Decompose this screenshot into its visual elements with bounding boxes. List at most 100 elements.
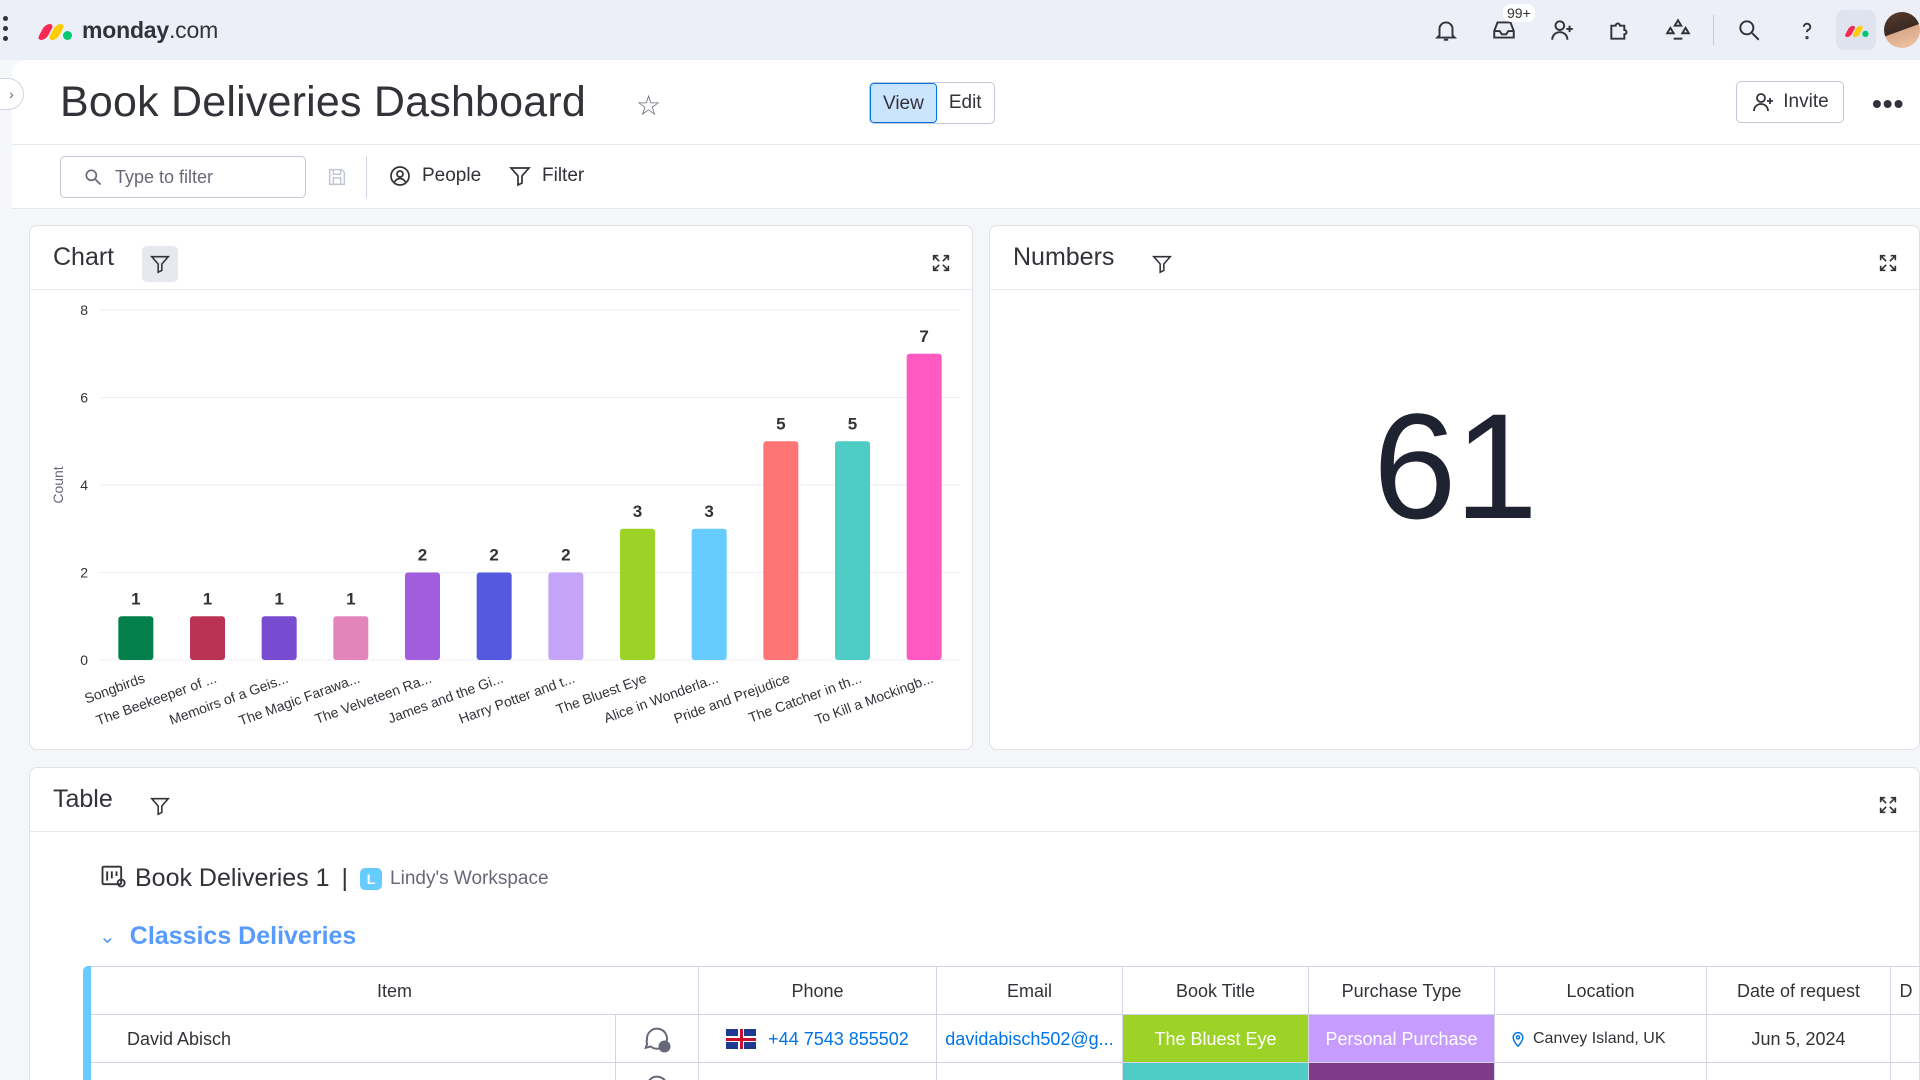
marketplace-icon[interactable]: [1649, 0, 1707, 60]
date-cell[interactable]: Jun 5, 2024: [1707, 1015, 1891, 1063]
search-icon[interactable]: [1720, 0, 1778, 60]
y-tick-label: 8: [80, 302, 88, 318]
column-header-item[interactable]: Item: [91, 967, 699, 1015]
inbox-icon[interactable]: 99+: [1475, 0, 1535, 60]
table-row[interactable]: David Abisch +44 7543 855502 davidabisch…: [91, 1014, 1920, 1063]
numbers-value: 61: [1373, 382, 1538, 550]
x-tick-label: To Kill a Mockingb...: [813, 670, 935, 728]
logo-text: monday.com: [82, 16, 219, 43]
book-title-status[interactable]: The Bluest Eye: [1123, 1015, 1309, 1063]
integrations-puzzle-icon[interactable]: [1591, 0, 1649, 60]
workspace-logo-mark: [1843, 22, 1869, 39]
numbers-widget-header: Numbers: [990, 226, 1919, 290]
people-label: People: [422, 165, 482, 186]
monday-logo[interactable]: monday.com: [36, 16, 218, 44]
column-header-location[interactable]: Location: [1495, 967, 1707, 1015]
location-pin-icon: [1512, 1031, 1524, 1047]
user-avatar[interactable]: [1884, 12, 1920, 48]
filter-button[interactable]: Filter: [508, 164, 584, 188]
group-name[interactable]: Classics Deliveries: [130, 922, 357, 951]
item-name-cell[interactable]: David Abisch: [91, 1015, 616, 1063]
group-header[interactable]: ⌄ Classics Deliveries: [99, 922, 356, 951]
conversation-cell[interactable]: [616, 1015, 699, 1063]
save-view-icon[interactable]: [326, 166, 348, 188]
bar: [261, 616, 297, 660]
column-header-partial[interactable]: D: [1891, 967, 1920, 1015]
notifications-bell-icon[interactable]: [1417, 0, 1475, 60]
date-cell[interactable]: [1707, 1063, 1891, 1080]
workspace-name[interactable]: Lindy's Workspace: [390, 868, 549, 890]
email-cell[interactable]: davidabisch502@g...: [937, 1015, 1123, 1063]
favorite-star-icon[interactable]: ☆: [636, 89, 661, 122]
numbers-filter-icon[interactable]: [1144, 246, 1180, 282]
person-circle-icon: [390, 166, 410, 186]
type-to-filter-input[interactable]: Type to filter: [60, 156, 306, 198]
more-options-icon[interactable]: •••: [1872, 88, 1904, 120]
chart-widget: Chart 0 2 4 6 8 Count 1 Songbirds 1 The Beekeeper…: [29, 225, 973, 750]
column-header-book-title[interactable]: Book Title: [1123, 967, 1309, 1015]
numbers-expand-icon[interactable]: [1877, 252, 1899, 274]
bar: [763, 441, 799, 660]
column-header-email[interactable]: Email: [937, 967, 1123, 1015]
search-placeholder: Type to filter: [115, 166, 214, 187]
edit-mode-button[interactable]: Edit: [937, 83, 994, 123]
invite-label: Invite: [1783, 91, 1829, 112]
phone-cell[interactable]: +44 7543 855502: [699, 1015, 937, 1063]
invite-members-icon[interactable]: [1533, 0, 1591, 60]
x-tick-label: The Beekeeper of ...: [94, 670, 219, 728]
bar: [835, 441, 870, 660]
column-header-purchase-type[interactable]: Purchase Type: [1309, 967, 1495, 1015]
conversation-cell[interactable]: [616, 1063, 699, 1080]
search-icon: [85, 169, 102, 186]
book-title-status[interactable]: [1123, 1063, 1309, 1080]
table-header-row: Item Phone Email Book Title Purchase Typ…: [91, 966, 1920, 1015]
people-filter-button[interactable]: People: [388, 164, 481, 188]
workspace-logo-icon[interactable]: [1836, 10, 1876, 50]
phone-number[interactable]: +44 7543 855502: [768, 1029, 909, 1050]
bar-value-label: 5: [848, 414, 857, 433]
board-name[interactable]: Book Deliveries 1: [135, 864, 330, 893]
divider: [12, 144, 1920, 145]
location-cell[interactable]: Canvey Island, UK: [1495, 1015, 1707, 1063]
item-name-cell[interactable]: [91, 1063, 616, 1080]
location-cell[interactable]: [1495, 1063, 1707, 1080]
table-widget-title: Table: [53, 785, 113, 813]
uk-flag-icon: [726, 1029, 757, 1049]
y-tick-label: 2: [80, 565, 88, 581]
phone-cell[interactable]: [699, 1063, 937, 1080]
purchase-type-status[interactable]: Personal Purchase: [1309, 1015, 1495, 1063]
help-icon[interactable]: [1778, 0, 1836, 60]
partial-cell: [1891, 1063, 1920, 1080]
page-title: Book Deliveries Dashboard: [60, 78, 587, 126]
table-filter-icon[interactable]: [142, 788, 178, 824]
bar-value-label: 1: [131, 589, 140, 608]
column-header-phone[interactable]: Phone: [699, 967, 937, 1015]
group-color-bar: [83, 966, 91, 1080]
bar: [333, 616, 369, 660]
bar: [548, 572, 584, 660]
view-mode-button[interactable]: View: [870, 83, 937, 123]
chart-filter-icon[interactable]: [142, 246, 178, 282]
bar: [476, 572, 512, 660]
table-row[interactable]: [91, 1062, 1920, 1080]
email-link[interactable]: davidabisch502@g...: [945, 1029, 1113, 1050]
bar-value-label: 1: [346, 589, 355, 608]
chart-expand-icon[interactable]: [930, 252, 952, 274]
bar-value-label: 2: [418, 546, 427, 565]
collapse-group-chevron-icon[interactable]: ⌄: [99, 924, 116, 949]
table-expand-icon[interactable]: [1877, 794, 1899, 816]
email-cell[interactable]: [937, 1063, 1123, 1080]
bar: [405, 572, 440, 660]
filter-label: Filter: [542, 165, 585, 186]
invite-person-icon: [1753, 93, 1774, 112]
invite-button[interactable]: Invite: [1736, 81, 1844, 123]
bar: [620, 528, 655, 660]
chart-widget-title: Chart: [53, 243, 115, 271]
app-switcher-icon[interactable]: [3, 16, 9, 42]
bar: [691, 528, 727, 660]
purchase-type-status[interactable]: [1309, 1063, 1495, 1080]
workspace-chip: L: [360, 867, 383, 890]
x-tick-label: Memoirs of a Geis...: [167, 670, 290, 728]
bar-value-label: 3: [633, 502, 642, 521]
column-header-date-of-request[interactable]: Date of request: [1707, 967, 1891, 1015]
